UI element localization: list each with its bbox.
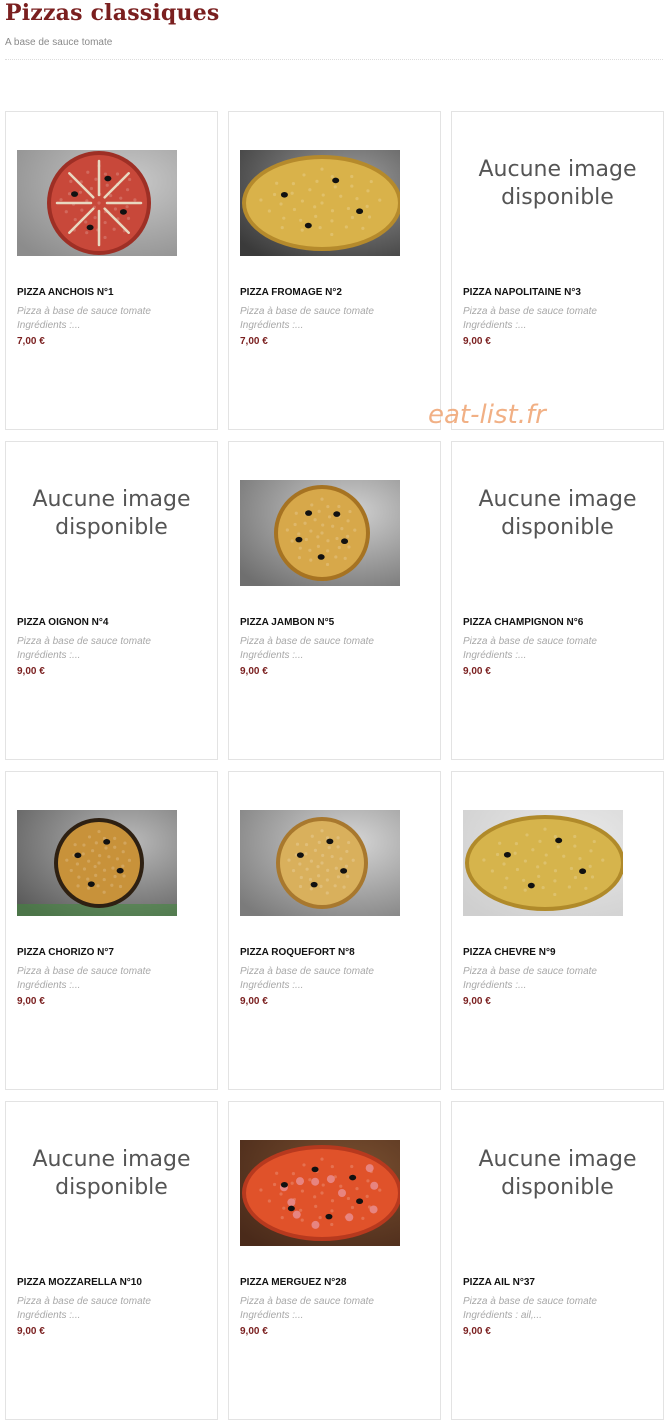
pizza-chorizo-photo[interactable]: [17, 810, 177, 916]
item-description: Pizza à base de sauce tomate Ingrédients …: [17, 635, 151, 663]
item-description-line: Pizza à base de sauce tomate: [17, 966, 151, 977]
item-ingredients-line: Ingrédients :...: [17, 320, 81, 331]
item-name[interactable]: PIZZA JAMBON N°5: [240, 617, 334, 628]
menu-card[interactable]: PIZZA FROMAGE N°2 Pizza à base de sauce t…: [228, 111, 441, 430]
pizza-merguez-photo[interactable]: [240, 1140, 400, 1246]
pizza-roquefort-photo[interactable]: [240, 810, 400, 916]
no-image-placeholder: Aucune image disponible: [478, 157, 637, 210]
item-name[interactable]: PIZZA NAPOLITAINE N°3: [463, 287, 581, 298]
item-price: 7,00 €: [240, 336, 268, 347]
item-name[interactable]: PIZZA CHAMPIGNON N°6: [463, 617, 583, 628]
pizza-anchois-photo[interactable]: [17, 150, 177, 256]
item-ingredients-line: Ingrédients :...: [240, 1310, 304, 1321]
item-price: 9,00 €: [463, 666, 491, 677]
item-price: 9,00 €: [463, 336, 491, 347]
item-description: Pizza à base de sauce tomate Ingrédients …: [240, 965, 374, 993]
item-name[interactable]: PIZZA FROMAGE N°2: [240, 287, 342, 298]
menu-card[interactable]: Aucune image disponible PIZZA NAPOLITAINE…: [451, 111, 664, 430]
item-price: 7,00 €: [17, 336, 45, 347]
item-ingredients-line: Ingrédients :...: [463, 650, 527, 661]
item-ingredients-line: Ingrédients :...: [17, 650, 81, 661]
item-ingredients-line: Ingrédients :...: [240, 650, 304, 661]
item-description: Pizza à base de sauce tomate Ingrédients …: [240, 305, 374, 333]
item-price: 9,00 €: [17, 996, 45, 1007]
menu-card[interactable]: PIZZA JAMBON N°5 Pizza à base de sauce to…: [228, 441, 441, 760]
item-price: 9,00 €: [240, 1326, 268, 1337]
item-description-line: Pizza à base de sauce tomate: [17, 306, 151, 317]
item-ingredients-line: Ingrédients :...: [463, 320, 527, 331]
item-description: Pizza à base de sauce tomate Ingrédients …: [463, 1295, 597, 1323]
item-price: 9,00 €: [17, 1326, 45, 1337]
item-description-line: Pizza à base de sauce tomate: [463, 1296, 597, 1307]
page-title: Pizzas classiques: [5, 0, 220, 26]
item-description-line: Pizza à base de sauce tomate: [17, 636, 151, 647]
page-subtitle: A base de sauce tomate: [5, 37, 113, 48]
item-description-line: Pizza à base de sauce tomate: [240, 1296, 374, 1307]
item-description: Pizza à base de sauce tomate Ingrédients …: [17, 305, 151, 333]
no-image-placeholder: Aucune image disponible: [32, 1147, 191, 1200]
item-description: Pizza à base de sauce tomate Ingrédients …: [17, 1295, 151, 1323]
item-description: Pizza à base de sauce tomate Ingrédients …: [17, 965, 151, 993]
menu-card[interactable]: PIZZA CHEVRE N°9 Pizza à base de sauce to…: [451, 771, 664, 1090]
item-description-line: Pizza à base de sauce tomate: [463, 966, 597, 977]
item-description-line: Pizza à base de sauce tomate: [463, 306, 597, 317]
no-image-placeholder: Aucune image disponible: [32, 487, 191, 540]
menu-card[interactable]: PIZZA MERGUEZ N°28 Pizza à base de sauce …: [228, 1101, 441, 1420]
menu-card[interactable]: PIZZA CHORIZO N°7 Pizza à base de sauce t…: [5, 771, 218, 1090]
menu-card[interactable]: Aucune image disponible PIZZA OIGNON N°4 P…: [5, 441, 218, 760]
item-description: Pizza à base de sauce tomate Ingrédients …: [463, 305, 597, 333]
watermark: eat-list.fr: [428, 400, 546, 430]
menu-card[interactable]: PIZZA ROQUEFORT N°8 Pizza à base de sauce…: [228, 771, 441, 1090]
item-description-line: Pizza à base de sauce tomate: [240, 306, 374, 317]
item-name[interactable]: PIZZA MOZZARELLA N°10: [17, 1277, 142, 1288]
no-image-placeholder: Aucune image disponible: [478, 487, 637, 540]
item-price: 9,00 €: [463, 1326, 491, 1337]
item-price: 9,00 €: [463, 996, 491, 1007]
item-description: Pizza à base de sauce tomate Ingrédients …: [463, 965, 597, 993]
item-ingredients-line: Ingrédients :...: [17, 980, 81, 991]
item-price: 9,00 €: [240, 996, 268, 1007]
item-description: Pizza à base de sauce tomate Ingrédients …: [240, 1295, 374, 1323]
menu-card[interactable]: Aucune image disponible PIZZA MOZZARELLA …: [5, 1101, 218, 1420]
item-name[interactable]: PIZZA CHORIZO N°7: [17, 947, 114, 958]
item-description-line: Pizza à base de sauce tomate: [17, 1296, 151, 1307]
item-ingredients-line: Ingrédients :...: [240, 980, 304, 991]
pizza-chevre-photo[interactable]: [463, 810, 623, 916]
item-price: 9,00 €: [17, 666, 45, 677]
item-name[interactable]: PIZZA MERGUEZ N°28: [240, 1277, 346, 1288]
item-ingredients-line: Ingrédients : ail,...: [463, 1310, 542, 1321]
item-name[interactable]: PIZZA AIL N°37: [463, 1277, 535, 1288]
item-name[interactable]: PIZZA OIGNON N°4: [17, 617, 108, 628]
item-name[interactable]: PIZZA ROQUEFORT N°8: [240, 947, 355, 958]
no-image-placeholder: Aucune image disponible: [478, 1147, 637, 1200]
item-name[interactable]: PIZZA CHEVRE N°9: [463, 947, 556, 958]
item-ingredients-line: Ingrédients :...: [240, 320, 304, 331]
item-ingredients-line: Ingrédients :...: [463, 980, 527, 991]
item-description-line: Pizza à base de sauce tomate: [240, 636, 374, 647]
item-description: Pizza à base de sauce tomate Ingrédients …: [240, 635, 374, 663]
menu-card[interactable]: Aucune image disponible PIZZA CHAMPIGNON …: [451, 441, 664, 760]
item-name[interactable]: PIZZA ANCHOIS N°1: [17, 287, 114, 298]
title-divider: [5, 59, 663, 60]
menu-card[interactable]: PIZZA ANCHOIS N°1 Pizza à base de sauce t…: [5, 111, 218, 430]
item-description-line: Pizza à base de sauce tomate: [240, 966, 374, 977]
item-price: 9,00 €: [240, 666, 268, 677]
menu-card[interactable]: Aucune image disponible PIZZA AIL N°37 Piz…: [451, 1101, 664, 1420]
item-description-line: Pizza à base de sauce tomate: [463, 636, 597, 647]
pizza-fromage-photo[interactable]: [240, 150, 400, 256]
pizza-jambon-photo[interactable]: [240, 480, 400, 586]
item-ingredients-line: Ingrédients :...: [17, 1310, 81, 1321]
menu-grid: PIZZA ANCHOIS N°1 Pizza à base de sauce t…: [5, 111, 664, 1420]
item-description: Pizza à base de sauce tomate Ingrédients …: [463, 635, 597, 663]
